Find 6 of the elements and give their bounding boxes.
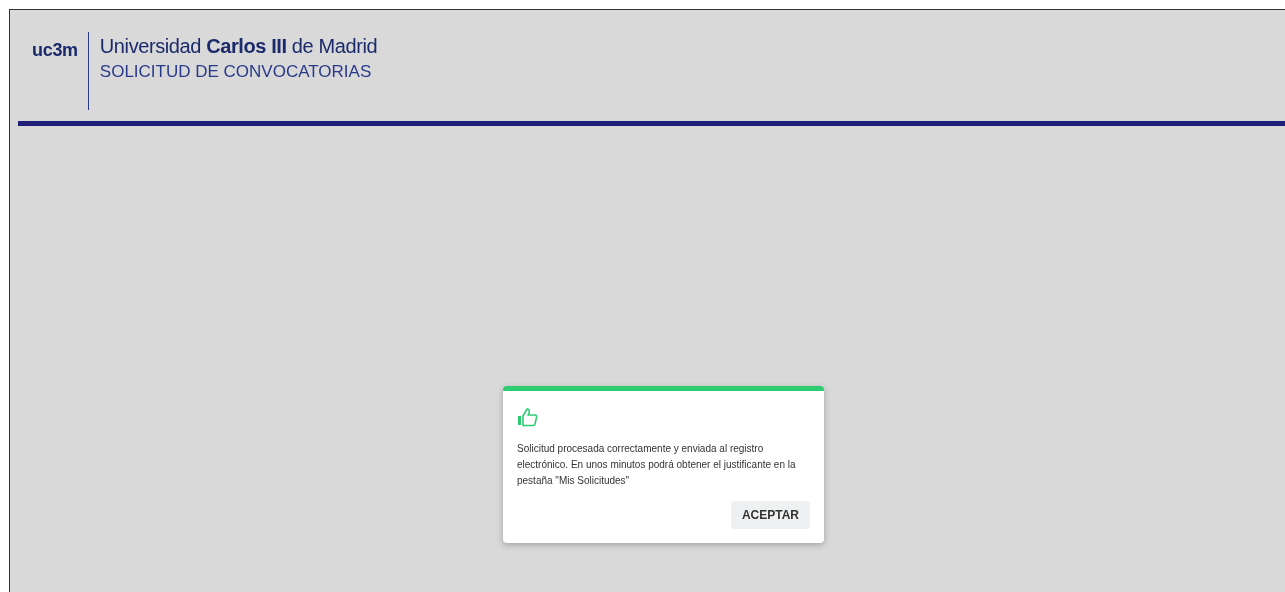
- page-subtitle: SOLICITUD DE CONVOCATORIAS: [99, 62, 373, 82]
- accept-button[interactable]: ACEPTAR: [730, 501, 810, 529]
- university-title: Universidad Carlos III de Madrid: [99, 35, 378, 58]
- thumbs-up-icon: [517, 407, 539, 427]
- success-message: Solicitud procesada correctamente y enviada al registro electrónico. En unos minutos podrá obtener el justificante en la pestaña "Mis Solicitudes": [517, 442, 797, 488]
- logo-text: uc3m: [32, 40, 78, 61]
